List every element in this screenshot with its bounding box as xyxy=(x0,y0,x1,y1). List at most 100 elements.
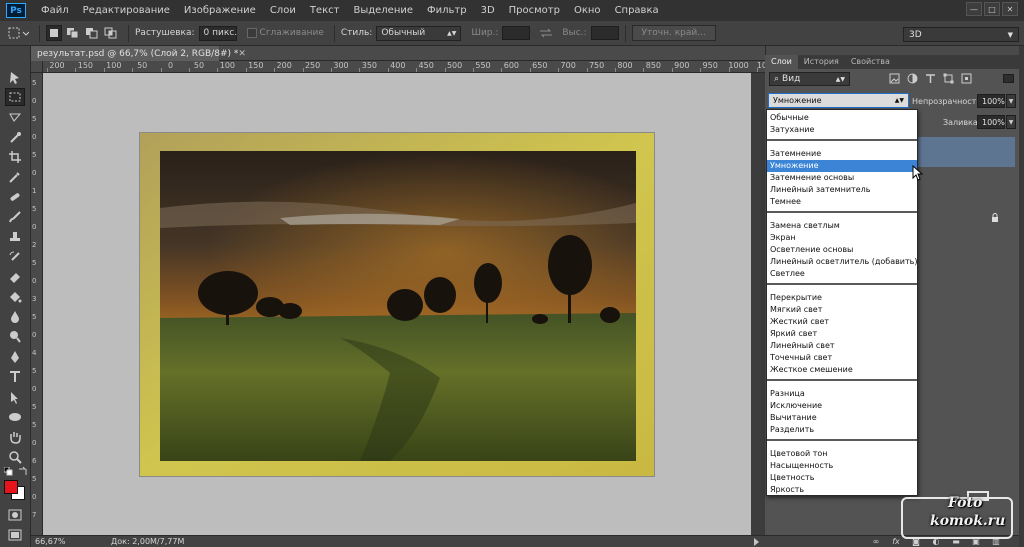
blend-mode-option[interactable]: Цветность xyxy=(767,472,917,484)
eyedropper-tool[interactable] xyxy=(5,168,25,186)
blend-mode-option[interactable]: Затемнение основы xyxy=(767,172,917,184)
fill-slider-button[interactable]: ▼ xyxy=(1006,115,1016,129)
quick-mask-button[interactable] xyxy=(5,506,25,524)
blend-mode-option[interactable]: Светлее xyxy=(767,268,917,280)
tool-preset-picker[interactable] xyxy=(6,25,30,41)
swap-colors-icon[interactable] xyxy=(18,466,28,476)
blend-mode-option[interactable]: Умножение xyxy=(767,160,917,172)
tab-history[interactable]: История xyxy=(798,55,845,69)
menu-3d[interactable]: 3D xyxy=(474,0,502,21)
blend-mode-option[interactable]: Экран xyxy=(767,232,917,244)
path-select-tool[interactable] xyxy=(5,388,25,406)
feather-input[interactable]: 0 пикс. xyxy=(198,25,237,41)
healing-brush-tool[interactable] xyxy=(5,188,25,206)
quick-select-tool[interactable] xyxy=(5,128,25,146)
status-menu-arrow-icon[interactable] xyxy=(754,537,759,546)
subtract-selection-button[interactable] xyxy=(84,25,100,41)
blend-mode-option[interactable]: Линейный осветлитель (добавить) xyxy=(767,256,918,268)
blend-mode-option[interactable]: Затемнение xyxy=(767,148,917,160)
dodge-tool[interactable] xyxy=(5,328,25,346)
blend-mode-option[interactable]: Замена светлым xyxy=(767,220,917,232)
blend-mode-option[interactable]: Вычитание xyxy=(767,412,917,424)
new-selection-button[interactable] xyxy=(46,25,62,41)
image-filter-button[interactable] xyxy=(889,73,900,84)
clone-stamp-tool[interactable] xyxy=(5,228,25,246)
default-colors-icon[interactable] xyxy=(4,467,14,477)
document-image[interactable] xyxy=(140,133,654,476)
vertical-ruler[interactable]: 5 0 5 0 5 0 1 5 0 2 5 0 3 5 0 4 5 0 5 5 0 6 5 0 7 xyxy=(31,73,43,535)
layer-kind-filter[interactable]: ⌕ Вид ▲▼ xyxy=(769,72,850,86)
blend-mode-option[interactable]: Линейный затемнитель xyxy=(767,184,917,196)
menu-filter[interactable]: Фильтр xyxy=(420,0,474,21)
ruler-origin[interactable] xyxy=(31,61,43,73)
vertical-scrollbar[interactable] xyxy=(751,73,765,535)
menu-file[interactable]: Файл xyxy=(34,0,76,21)
history-brush-tool[interactable] xyxy=(5,248,25,266)
blend-mode-option[interactable]: Жесткое смешение xyxy=(767,364,917,376)
screen-mode-button[interactable] xyxy=(5,526,25,544)
opacity-input[interactable]: 100% xyxy=(977,94,1005,108)
filter-toggle[interactable] xyxy=(1003,74,1014,83)
menu-layers[interactable]: Слои xyxy=(263,0,303,21)
link-icon[interactable]: ∞ xyxy=(871,537,881,546)
minimize-button[interactable]: — xyxy=(966,2,982,16)
blend-mode-option[interactable]: Обычные xyxy=(767,112,917,124)
eraser-tool[interactable] xyxy=(5,268,25,286)
maximize-button[interactable]: □ xyxy=(984,2,1000,16)
blend-mode-option[interactable]: Точечный свет xyxy=(767,352,917,364)
menu-edit[interactable]: Редактирование xyxy=(76,0,177,21)
blend-mode-select[interactable]: Умножение ▲▼ xyxy=(768,93,909,108)
blend-mode-option[interactable]: Разница xyxy=(767,388,917,400)
adjustment-filter-button[interactable] xyxy=(907,73,918,84)
lasso-tool[interactable] xyxy=(5,108,25,126)
blend-mode-option[interactable]: Темнее xyxy=(767,196,917,208)
menu-window[interactable]: Окно xyxy=(567,0,608,21)
antialias-checkbox[interactable] xyxy=(246,28,257,38)
tab-layers[interactable]: Слои xyxy=(765,55,798,69)
blend-mode-option[interactable]: Мягкий свет xyxy=(767,304,917,316)
ellipse-tool[interactable] xyxy=(5,408,25,426)
swap-icon[interactable] xyxy=(538,27,554,39)
pen-tool[interactable] xyxy=(5,348,25,366)
shape-filter-button[interactable] xyxy=(943,73,954,84)
blend-mode-option[interactable]: Осветление основы xyxy=(767,244,917,256)
blend-mode-option[interactable]: Насыщенность xyxy=(767,460,917,472)
add-selection-button[interactable] xyxy=(65,25,81,41)
blend-mode-option[interactable]: Яркость xyxy=(767,484,917,496)
blend-mode-option[interactable]: Затухание xyxy=(767,124,917,136)
foreground-color-swatch[interactable] xyxy=(4,480,18,494)
document-tab[interactable]: результат.psd @ 66,7% (Слой 2, RGB/8#) *… xyxy=(31,46,246,61)
blend-mode-option[interactable]: Линейный свет xyxy=(767,340,917,352)
workspace-select[interactable]: 3D ▼ xyxy=(903,27,1019,42)
menu-type[interactable]: Текст xyxy=(303,0,347,21)
close-button[interactable]: ✕ xyxy=(1002,2,1018,16)
move-tool[interactable] xyxy=(5,68,25,86)
hand-tool[interactable] xyxy=(5,428,25,446)
opacity-slider-button[interactable]: ▼ xyxy=(1006,94,1016,108)
blend-mode-option[interactable]: Разделить xyxy=(767,424,917,436)
menu-select[interactable]: Выделение xyxy=(346,0,420,21)
horizontal-ruler[interactable]: 200 150 100 50 0 50 100 150 200 250 300 350 400 450 50… xyxy=(43,61,765,73)
fill-input[interactable]: 100% xyxy=(977,115,1005,129)
blend-mode-option[interactable]: Перекрытие xyxy=(767,292,917,304)
width-input[interactable] xyxy=(502,26,531,40)
menu-view[interactable]: Просмотр xyxy=(502,0,567,21)
canvas-area[interactable] xyxy=(43,73,751,535)
blend-mode-option[interactable]: Цветовой тон xyxy=(767,448,917,460)
smart-object-filter-button[interactable] xyxy=(961,73,972,84)
zoom-level[interactable]: 66,67% xyxy=(31,537,71,546)
blend-mode-option[interactable]: Яркий свет xyxy=(767,328,917,340)
paint-bucket-tool[interactable] xyxy=(5,288,25,306)
intersect-selection-button[interactable] xyxy=(103,25,119,41)
dock-scrollbar[interactable] xyxy=(1019,46,1024,547)
style-select[interactable]: Обычный ▲▼ xyxy=(376,25,462,41)
type-tool[interactable] xyxy=(5,368,25,386)
zoom-tool[interactable] xyxy=(5,448,25,466)
close-icon[interactable]: ✕ xyxy=(238,49,246,59)
refine-edge-button[interactable]: Уточн. край... xyxy=(631,25,716,41)
brush-tool[interactable] xyxy=(5,208,25,226)
tab-properties[interactable]: Свойства xyxy=(845,55,896,69)
type-filter-button[interactable] xyxy=(925,73,936,84)
menu-help[interactable]: Справка xyxy=(608,0,666,21)
crop-tool[interactable] xyxy=(5,148,25,166)
